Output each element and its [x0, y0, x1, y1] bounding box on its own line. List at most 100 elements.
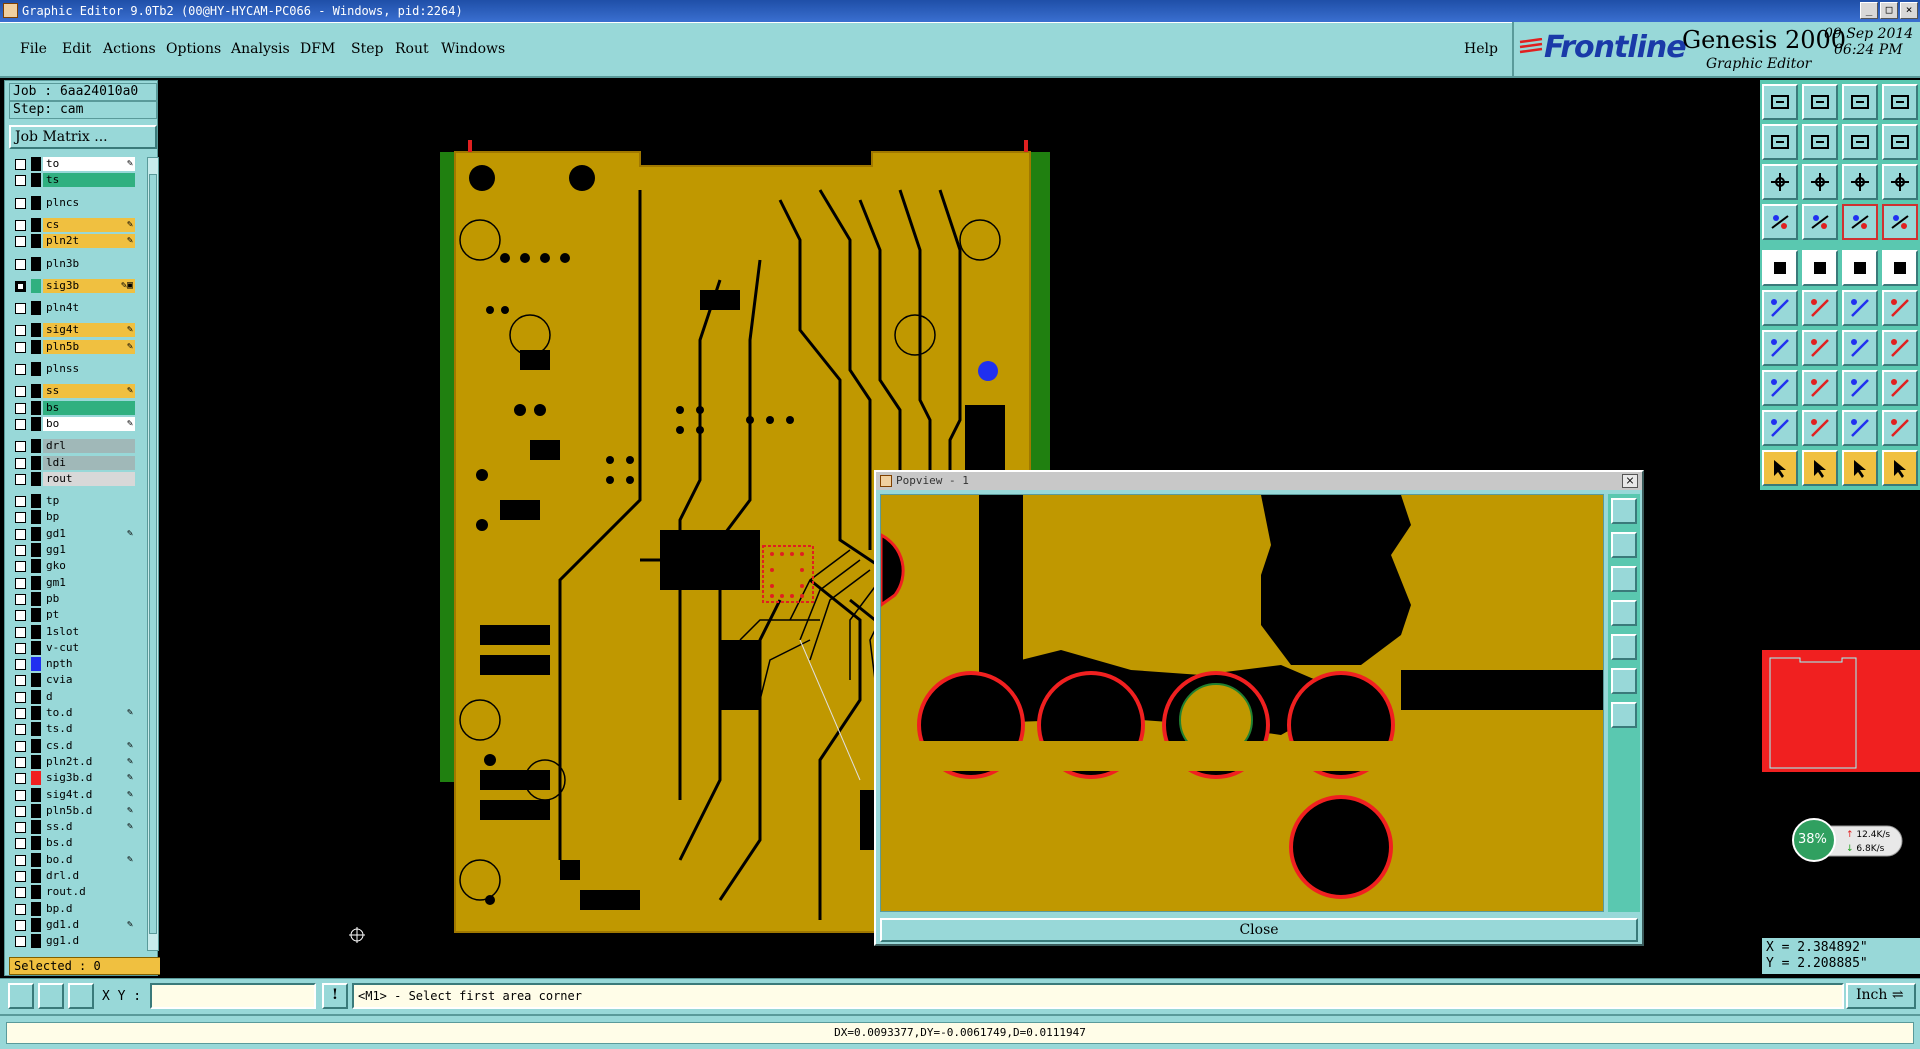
- snap-icon[interactable]: [1762, 204, 1798, 240]
- menu-analysis[interactable]: Analysis: [231, 41, 290, 57]
- layer-row-gko[interactable]: gko: [11, 559, 135, 574]
- layer-color-swatch[interactable]: [31, 301, 41, 316]
- layer-name[interactable]: gm1: [43, 575, 135, 590]
- layer-name[interactable]: gd1 ✎: [43, 526, 135, 541]
- layer-checkbox[interactable]: [15, 903, 26, 915]
- layer-color-swatch[interactable]: [31, 400, 41, 415]
- layer-checkbox[interactable]: [15, 789, 26, 801]
- layer-row-d[interactable]: d: [11, 689, 135, 704]
- layer-color-swatch[interactable]: [31, 543, 41, 557]
- layer-checkbox[interactable]: [15, 756, 26, 768]
- layer-checkbox[interactable]: [15, 512, 26, 524]
- triangle-icon[interactable]: [1762, 410, 1798, 446]
- home-icon[interactable]: [1842, 84, 1878, 120]
- layer-row-sig4t[interactable]: sig4t ✎: [11, 323, 135, 338]
- slash-icon[interactable]: [1802, 330, 1838, 366]
- layer-row-drl[interactable]: drl: [11, 439, 135, 454]
- layer-row-sig4t-d[interactable]: sig4t.d ✎: [11, 787, 135, 802]
- layer-name[interactable]: gko.d: [43, 950, 135, 951]
- window-icon[interactable]: [1882, 84, 1918, 120]
- move-icon[interactable]: [1762, 370, 1798, 406]
- layer-name[interactable]: d: [43, 689, 135, 704]
- layer-checkbox[interactable]: [15, 854, 26, 866]
- layer-name[interactable]: tp: [43, 494, 135, 509]
- layer-checkbox[interactable]: [15, 577, 26, 589]
- layer-row-cs-d[interactable]: cs.d ✎: [11, 738, 135, 753]
- layer-row-cvia[interactable]: cvia: [11, 673, 135, 688]
- frame-icon[interactable]: [1842, 410, 1878, 446]
- layer-row-pln3b[interactable]: pln3b: [11, 256, 135, 271]
- layer-color-swatch[interactable]: [31, 917, 41, 932]
- layer-color-swatch[interactable]: [31, 339, 41, 354]
- layer-color-swatch[interactable]: [31, 256, 41, 271]
- help-icon[interactable]: [1882, 164, 1918, 200]
- layer-name[interactable]: sig4t ✎: [43, 323, 135, 338]
- layer-checkbox[interactable]: [15, 175, 26, 187]
- layer-row-bs[interactable]: bs: [11, 400, 135, 415]
- zoom-back-icon[interactable]: [1762, 124, 1798, 160]
- layer-color-swatch[interactable]: [31, 934, 41, 949]
- unit-selector[interactable]: Inch ⇌: [1846, 983, 1916, 1009]
- layer-checkbox[interactable]: [15, 418, 26, 430]
- layer-color-swatch[interactable]: [31, 278, 41, 293]
- layer-checkbox[interactable]: [15, 473, 26, 485]
- layer-checkbox[interactable]: [15, 236, 26, 248]
- pan-icon[interactable]: [1802, 164, 1838, 200]
- node-icon[interactable]: [1762, 290, 1798, 326]
- line-draw-icon[interactable]: [1802, 250, 1838, 286]
- layer-name[interactable]: to ✎: [43, 157, 135, 171]
- layer-name[interactable]: cvia: [43, 673, 135, 688]
- layer-checkbox[interactable]: [15, 936, 26, 948]
- layer-name[interactable]: pln5b.d ✎: [43, 803, 135, 818]
- layer-color-swatch[interactable]: [31, 869, 41, 883]
- layer-name[interactable]: ss ✎: [43, 384, 135, 399]
- menu-options[interactable]: Options: [166, 41, 221, 57]
- layer-name[interactable]: pln5b ✎: [43, 339, 135, 354]
- layer-color-swatch[interactable]: [31, 234, 41, 249]
- layer-color-swatch[interactable]: [31, 706, 41, 720]
- layer-row-pb[interactable]: pb: [11, 591, 135, 606]
- menu-file[interactable]: File: [20, 41, 47, 57]
- measure-icon[interactable]: [1842, 370, 1878, 406]
- path-icon[interactable]: [1882, 450, 1918, 486]
- layer-name[interactable]: pln2t.d ✎: [43, 754, 135, 769]
- peak-icon[interactable]: [1802, 410, 1838, 446]
- scroll-thumb[interactable]: [149, 174, 157, 934]
- popview-close-button[interactable]: Close: [880, 918, 1638, 942]
- link-icon[interactable]: [1842, 290, 1878, 326]
- layer-color-swatch[interactable]: [31, 173, 41, 188]
- snap-mode-icon[interactable]: [8, 983, 34, 1009]
- measure-mode-icon[interactable]: [38, 983, 64, 1009]
- layer-row-pt[interactable]: pt: [11, 608, 135, 623]
- layer-name[interactable]: plncs: [43, 195, 135, 210]
- layer-row-bs-d[interactable]: bs.d: [11, 836, 135, 851]
- layer-color-swatch[interactable]: [31, 901, 41, 916]
- layer-name[interactable]: 1slot: [43, 624, 135, 639]
- layer-color-swatch[interactable]: [31, 950, 41, 951]
- arc-icon[interactable]: [1842, 330, 1878, 366]
- layer-row-bp-d[interactable]: bp.d: [11, 901, 135, 916]
- cross-icon[interactable]: [1802, 290, 1838, 326]
- layer-name[interactable]: sig3b ✎▣: [43, 278, 135, 293]
- join-icon[interactable]: [1882, 330, 1918, 366]
- layer-row-bp[interactable]: bp: [11, 510, 135, 525]
- layer-name[interactable]: drl: [43, 439, 135, 454]
- layer-color-swatch[interactable]: [31, 738, 41, 753]
- layer-color-swatch[interactable]: [31, 608, 41, 623]
- layer-name[interactable]: npth: [43, 657, 135, 672]
- layer-row-cs[interactable]: cs ✎: [11, 217, 135, 232]
- layer-name[interactable]: gd1.d ✎: [43, 917, 135, 932]
- layer-name[interactable]: ts: [43, 173, 135, 188]
- layer-name[interactable]: rout: [43, 471, 135, 486]
- layer-checkbox[interactable]: [15, 822, 26, 834]
- popview-tool-right-icon[interactable]: [1611, 634, 1637, 660]
- layer-name[interactable]: ldi: [43, 455, 135, 470]
- layer-checkbox[interactable]: [15, 303, 26, 315]
- layer-checkbox[interactable]: [15, 258, 26, 270]
- layer-row-sig3b[interactable]: sig3b ✎▣: [11, 278, 135, 293]
- layer-color-swatch[interactable]: [31, 852, 41, 867]
- layer-name[interactable]: gko: [43, 559, 135, 574]
- layer-name[interactable]: bo ✎: [43, 416, 135, 431]
- layer-color-swatch[interactable]: [31, 575, 41, 590]
- layer-name[interactable]: sig3b.d ✎: [43, 771, 135, 786]
